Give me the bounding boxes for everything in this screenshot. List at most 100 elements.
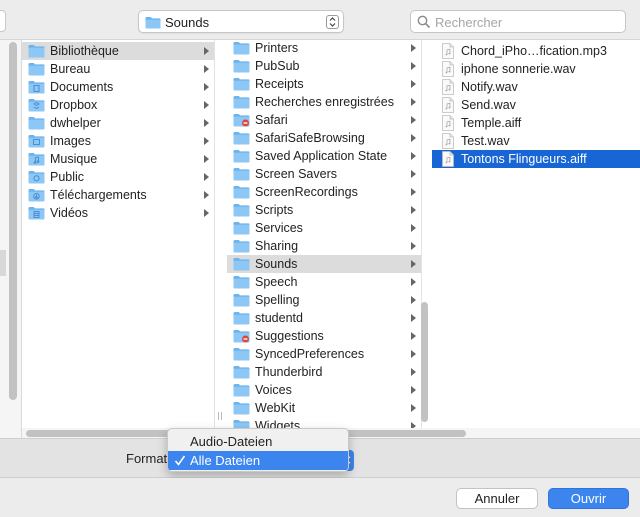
- item-label: Voices: [255, 383, 292, 397]
- folder-icon: [233, 311, 250, 325]
- folder-list-item[interactable]: SafariSafeBrowsing: [227, 129, 421, 147]
- sidebar-folder-item[interactable]: Musique: [22, 150, 214, 168]
- folder-list-item[interactable]: Recherches enregistrées: [227, 93, 421, 111]
- sidebar-folder-item[interactable]: Vidéos: [22, 204, 214, 222]
- column-1: Bibliothèque Bureau Documents Dropbox dwhelp…: [22, 40, 215, 428]
- documents-folder-icon: [28, 80, 45, 94]
- restricted-folder-icon: [233, 329, 250, 343]
- cancel-button[interactable]: Annuler: [456, 488, 538, 509]
- sidebar-folder-item[interactable]: Bibliothèque: [22, 42, 214, 60]
- column-2-scrollbar[interactable]: [420, 50, 428, 423]
- folder-list-item[interactable]: Screen Savers: [227, 165, 421, 183]
- format-option-label: Audio-Dateien: [190, 434, 273, 449]
- folder-icon: [233, 347, 250, 361]
- item-label: Sounds: [255, 257, 298, 271]
- folder-icon: [233, 221, 250, 235]
- item-label: Scripts: [255, 203, 294, 217]
- column-2-scroll-thumb[interactable]: [421, 302, 428, 422]
- folder-list-item[interactable]: Services: [227, 219, 421, 237]
- item-label: Spelling: [255, 293, 300, 307]
- folder-list-item[interactable]: Speech: [227, 273, 421, 291]
- file-list-item[interactable]: Temple.aiff: [432, 114, 640, 132]
- item-label: Safari: [255, 113, 288, 127]
- checkmark-icon: [174, 451, 186, 471]
- chevron-updown-icon: [326, 15, 339, 29]
- item-label: Bibliothèque: [50, 44, 119, 58]
- folder-list-item[interactable]: Voices: [227, 381, 421, 399]
- item-label: Send.wav: [461, 98, 516, 112]
- chevron-right-icon: [203, 204, 210, 228]
- folder-list-item[interactable]: Printers: [227, 40, 421, 57]
- folder-list-item[interactable]: ScreenRecordings: [227, 183, 421, 201]
- format-label: Format: [126, 451, 168, 466]
- folder-icon: [233, 77, 250, 91]
- back-button[interactable]: [0, 10, 6, 32]
- audio-file-icon: [441, 133, 458, 149]
- file-list-item[interactable]: Notify.wav: [432, 78, 640, 96]
- file-list-item[interactable]: iphone sonnerie.wav: [432, 60, 640, 78]
- item-label: dwhelper: [50, 116, 101, 130]
- format-option-audio[interactable]: Audio-Dateien: [168, 432, 348, 451]
- item-label: Recherches enregistrées: [255, 95, 394, 109]
- file-list-item[interactable]: Tontons Flingueurs.aiff: [432, 150, 640, 168]
- item-label: Vidéos: [50, 206, 88, 220]
- sidebar-folder-item[interactable]: Images: [22, 132, 214, 150]
- folder-list-item[interactable]: Suggestions: [227, 327, 421, 345]
- item-label: Dropbox: [50, 98, 98, 112]
- item-label: Thunderbird: [255, 365, 323, 379]
- item-label: Téléchargements: [50, 188, 147, 202]
- folder-icon: [28, 116, 45, 130]
- folder-icon: [233, 59, 250, 73]
- folder-icon: [233, 419, 250, 428]
- search-field[interactable]: Rechercher: [410, 10, 626, 33]
- sidebar-scrollbar[interactable]: [0, 40, 22, 438]
- folder-list-item[interactable]: Widgets: [227, 417, 421, 428]
- folder-list-item[interactable]: Saved Application State: [227, 147, 421, 165]
- folder-list-item[interactable]: Safari: [227, 111, 421, 129]
- item-label: Speech: [255, 275, 298, 289]
- folder-list-item[interactable]: Scripts: [227, 201, 421, 219]
- sidebar-folder-item[interactable]: Bureau: [22, 60, 214, 78]
- folder-list-item[interactable]: SyncedPreferences: [227, 345, 421, 363]
- folder-list-item[interactable]: Thunderbird: [227, 363, 421, 381]
- folder-list-item[interactable]: Spelling: [227, 291, 421, 309]
- folder-list-item[interactable]: PubSub: [227, 57, 421, 75]
- location-popup[interactable]: Sounds: [138, 10, 344, 33]
- item-label: iphone sonnerie.wav: [461, 62, 576, 76]
- folder-list-item[interactable]: Receipts: [227, 75, 421, 93]
- folder-list-item[interactable]: Sharing: [227, 237, 421, 255]
- open-button[interactable]: Ouvrir: [548, 488, 629, 509]
- folder-list-item[interactable]: Sounds: [227, 255, 421, 273]
- movies-folder-icon: [28, 206, 45, 220]
- sidebar-folder-item[interactable]: Documents: [22, 78, 214, 96]
- item-label: PubSub: [255, 59, 300, 73]
- folder-icon: [233, 401, 250, 415]
- file-list-item[interactable]: Chord_iPho…fication.mp3: [432, 42, 640, 60]
- sidebar-folder-item[interactable]: Téléchargements: [22, 186, 214, 204]
- column-resize-handle[interactable]: [217, 412, 223, 422]
- folder-icon: [145, 16, 161, 32]
- folder-icon: [233, 383, 250, 397]
- sidebar-folder-item[interactable]: Dropbox: [22, 96, 214, 114]
- audio-file-icon: [441, 97, 458, 113]
- item-label: ScreenRecordings: [255, 185, 358, 199]
- sidebar-scroll-thumb[interactable]: [9, 42, 17, 400]
- format-option-label: Alle Dateien: [190, 453, 261, 468]
- toolbar: Sounds Rechercher: [0, 0, 640, 40]
- dropbox-folder-icon: [28, 98, 45, 112]
- file-list-item[interactable]: Send.wav: [432, 96, 640, 114]
- folder-icon: [233, 257, 250, 271]
- folder-icon: [28, 62, 45, 76]
- sidebar-folder-item[interactable]: Public: [22, 168, 214, 186]
- folder-list-item[interactable]: studentd: [227, 309, 421, 327]
- folder-icon: [233, 131, 250, 145]
- file-list-item[interactable]: Test.wav: [432, 132, 640, 150]
- sidebar-folder-item[interactable]: dwhelper: [22, 114, 214, 132]
- item-label: SyncedPreferences: [255, 347, 365, 361]
- chevron-right-icon: [410, 417, 417, 428]
- format-option-all[interactable]: Alle Dateien: [168, 451, 348, 470]
- item-label: Receipts: [255, 77, 304, 91]
- item-label: Widgets: [255, 419, 301, 428]
- folder-list-item[interactable]: WebKit: [227, 399, 421, 417]
- downloads-folder-icon: [28, 188, 45, 202]
